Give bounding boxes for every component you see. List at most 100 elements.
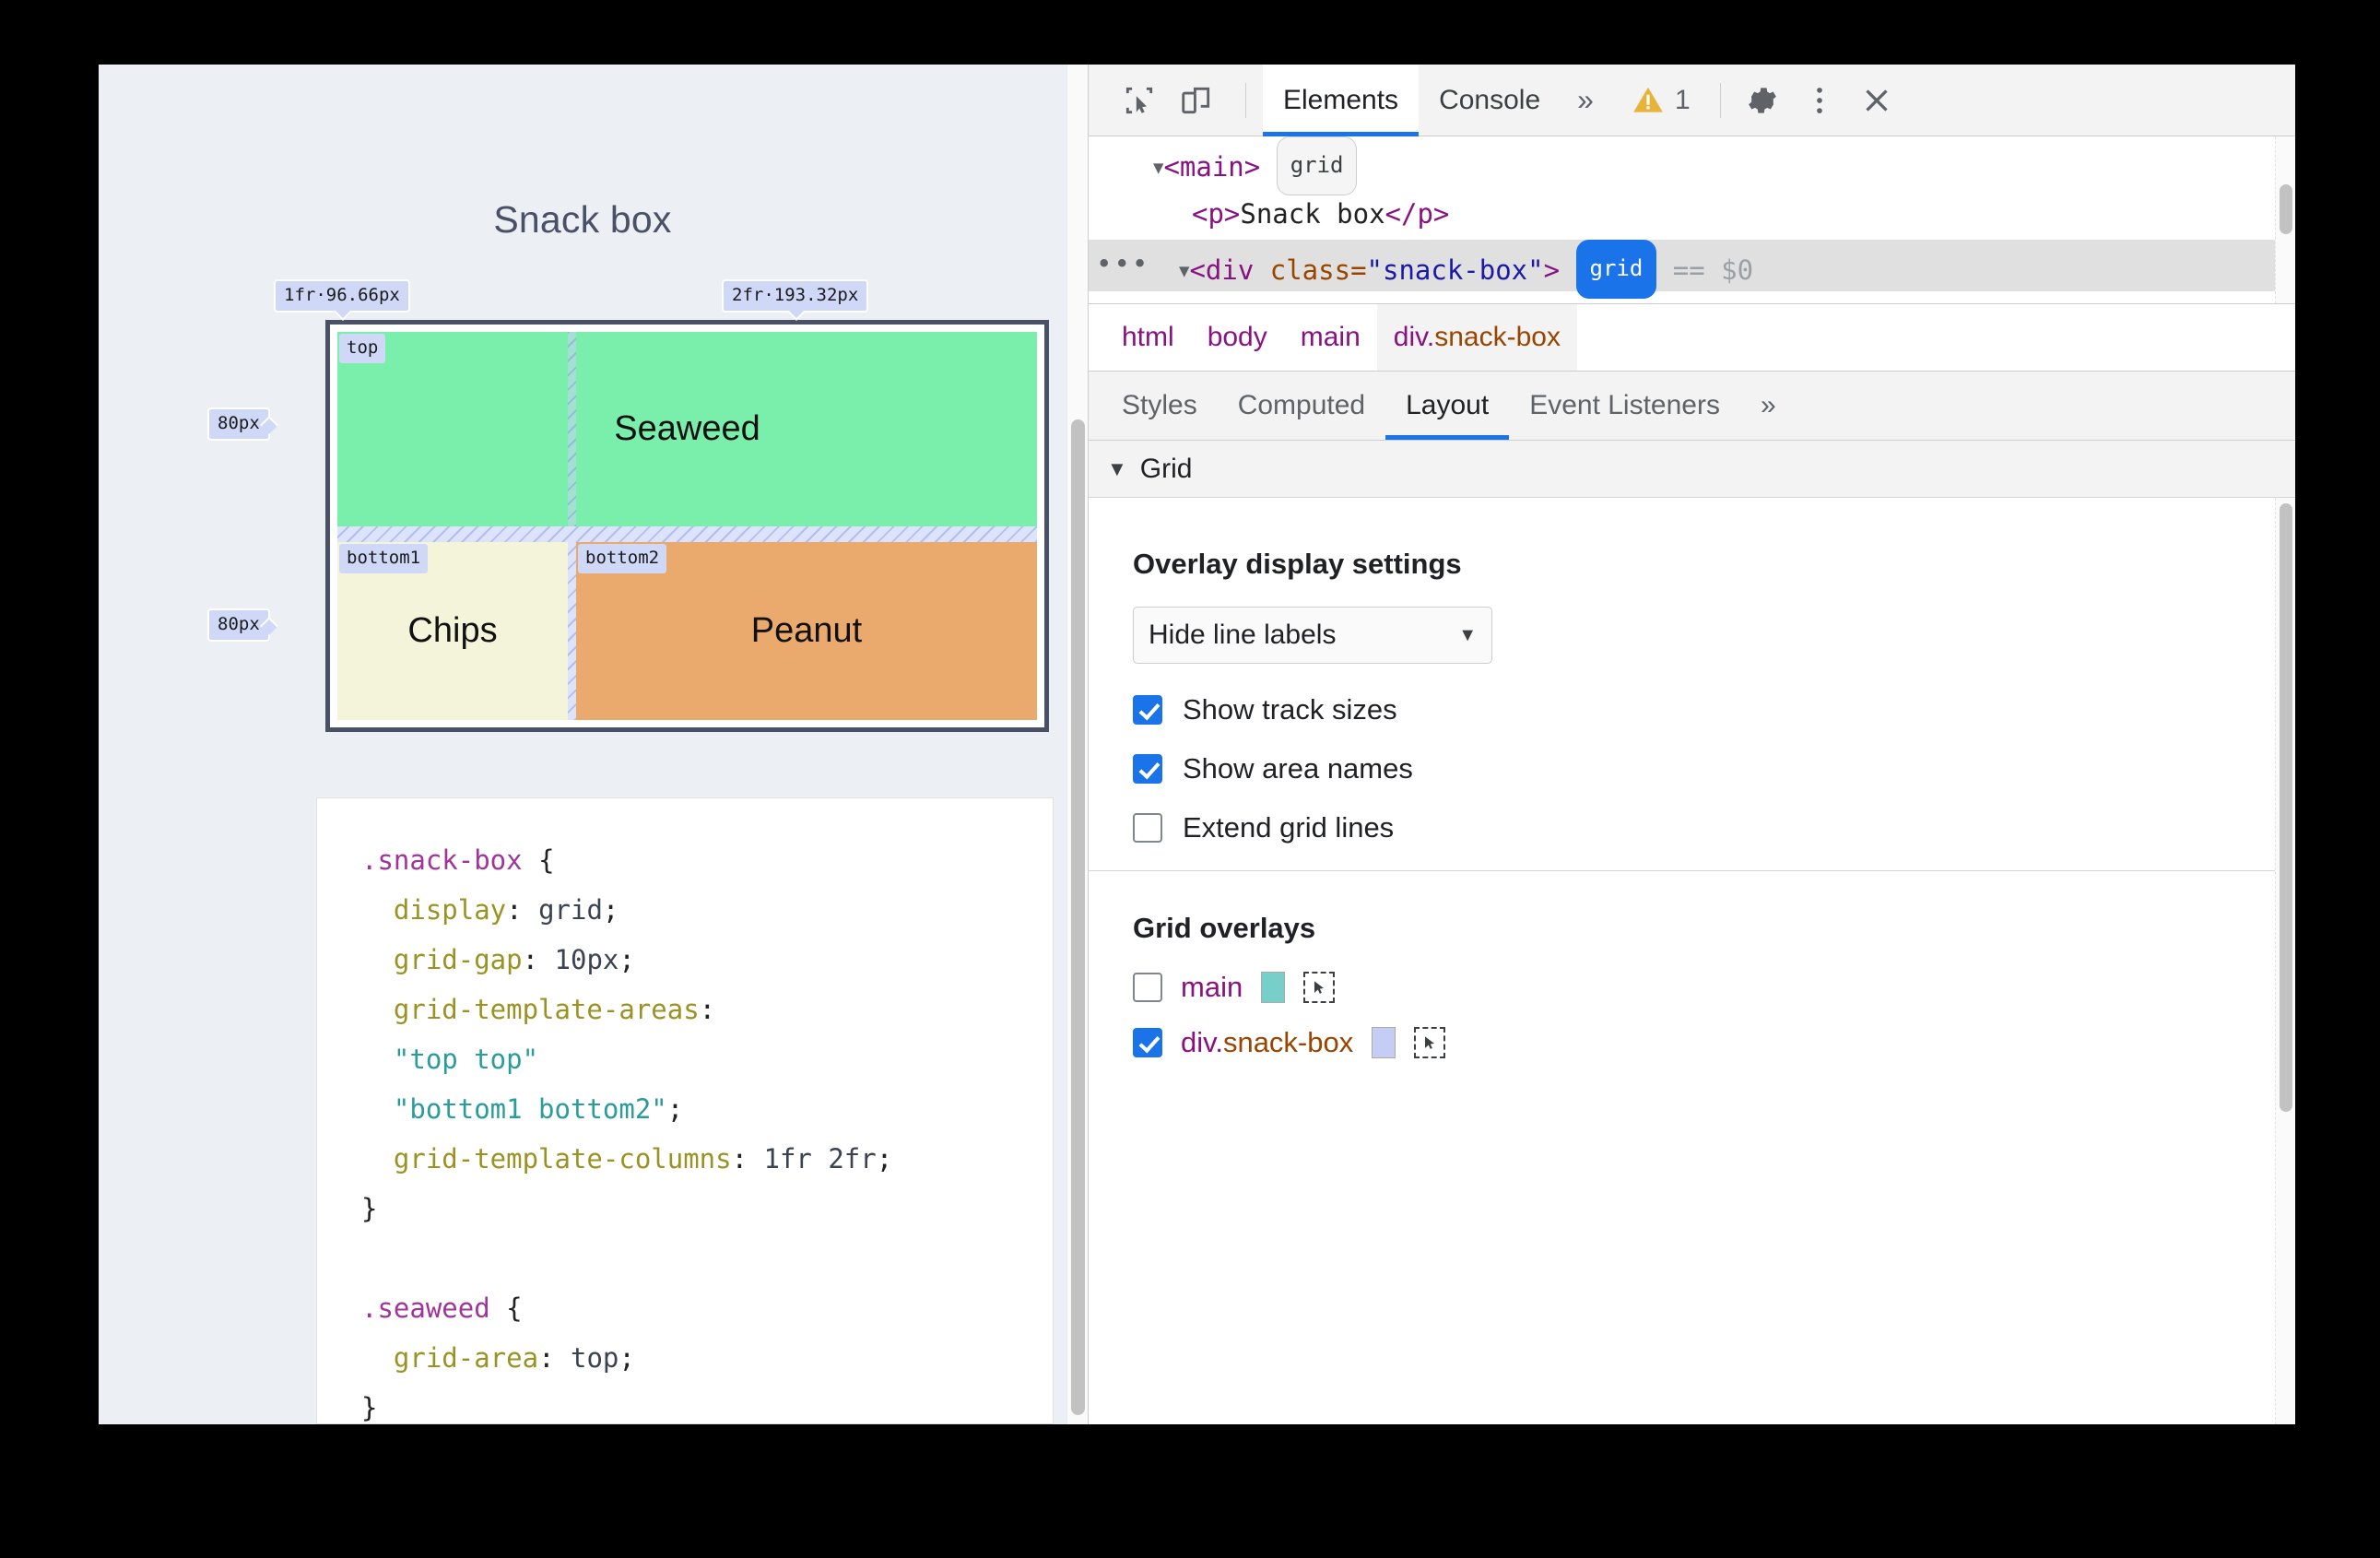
grid-pane-scrollbar[interactable] bbox=[2275, 498, 2295, 1424]
breadcrumb-item-html[interactable]: html bbox=[1105, 304, 1191, 371]
grid-overlay-main-checkbox[interactable] bbox=[1133, 973, 1162, 1002]
kebab-menu-icon[interactable] bbox=[1795, 76, 1844, 125]
css-code-block: .snack-box { display: grid; grid-gap: 10… bbox=[316, 797, 1054, 1424]
dom-text-snackbox: Snack box bbox=[1240, 198, 1385, 230]
devtools-panel: Elements Console » 1 ▼<main> grid <p>Sna… bbox=[1088, 65, 2295, 1424]
show-area-names-checkbox[interactable] bbox=[1133, 754, 1162, 784]
overlay-display-settings-title: Overlay display settings bbox=[1133, 548, 1462, 580]
cell-text-peanut: Peanut bbox=[750, 611, 863, 650]
dom-tag-gt: > bbox=[1543, 254, 1561, 286]
css-prop-grid-area: grid-area bbox=[393, 1342, 539, 1374]
cell-text-chips: Chips bbox=[407, 611, 498, 650]
tab-elements[interactable]: Elements bbox=[1263, 65, 1420, 136]
dom-tag-p-close: </p> bbox=[1384, 198, 1450, 230]
grid-gap-column-bottom bbox=[568, 542, 576, 720]
breadcrumb-classname: snack-box bbox=[1434, 322, 1561, 352]
grid-badge-snackbox[interactable]: grid bbox=[1575, 240, 1657, 299]
inspect-element-icon[interactable] bbox=[1114, 76, 1164, 125]
tab-console[interactable]: Console bbox=[1419, 65, 1561, 136]
grid-gap-column-top bbox=[568, 332, 576, 526]
track-size-label-col1: 1fr·96.66px bbox=[274, 279, 410, 313]
grid-gap-row bbox=[337, 526, 1037, 542]
area-name-bottom2: bottom2 bbox=[578, 544, 667, 573]
dom-row-main[interactable]: ▼<main> grid bbox=[1089, 136, 2295, 195]
expand-triangle-main[interactable]: ▼ bbox=[1153, 158, 1163, 178]
grid-overlays-title: Grid overlays bbox=[1133, 912, 1316, 944]
grid-overlay-visualization: Seaweed Chips Peanut top bottom1 bottom2… bbox=[207, 279, 1049, 732]
tab-layout[interactable]: Layout bbox=[1385, 372, 1510, 440]
dom-tree-scrollbar[interactable] bbox=[2275, 136, 2295, 303]
more-tabs-icon[interactable]: » bbox=[1561, 83, 1610, 117]
close-icon[interactable] bbox=[1852, 76, 1902, 125]
page-scrollbar[interactable] bbox=[1066, 65, 1088, 1424]
expand-triangle-snackbox[interactable]: ▼ bbox=[1179, 261, 1189, 281]
grid-overlay-snackbox-checkbox[interactable] bbox=[1133, 1028, 1162, 1057]
dom-tree-scrollbar-thumb[interactable] bbox=[2280, 184, 2292, 234]
extend-grid-lines-label: Extend grid lines bbox=[1183, 811, 1395, 844]
line-labels-select-value: Hide line labels bbox=[1149, 620, 1337, 650]
dom-tag-gt-chips: > bbox=[1494, 301, 1510, 303]
grid-overlay-snackbox-color-swatch[interactable] bbox=[1372, 1027, 1396, 1058]
show-track-sizes-checkbox[interactable] bbox=[1133, 695, 1162, 725]
page-scrollbar-thumb[interactable] bbox=[1071, 419, 1085, 1415]
tab-styles[interactable]: Styles bbox=[1102, 372, 1218, 440]
dom-row-chips[interactable]: <div class="chips">Chips</div> bbox=[1089, 291, 2295, 303]
dom-row-p[interactable]: <p>Snack box</p> bbox=[1089, 188, 2295, 240]
css-val-display: grid bbox=[538, 894, 603, 926]
track-size-label-row1: 80px bbox=[207, 407, 270, 441]
select-element-icon[interactable] bbox=[1303, 972, 1336, 1003]
grid-overlay-row-main[interactable]: main bbox=[1133, 971, 2295, 1004]
grid-overlay-row-snackbox[interactable]: div.snack-box bbox=[1133, 1026, 2295, 1059]
page-title: Snack box bbox=[493, 198, 672, 241]
extend-grid-lines-row[interactable]: Extend grid lines bbox=[1133, 811, 2295, 844]
devtools-toolbar: Elements Console » 1 bbox=[1089, 65, 2295, 136]
css-selector-1: .snack-box bbox=[361, 844, 523, 876]
dom-attr-class-chips: class= bbox=[1285, 301, 1382, 303]
tab-computed[interactable]: Computed bbox=[1218, 372, 1385, 440]
breadcrumb-tagname: div. bbox=[1393, 322, 1435, 352]
css-prop-grid-gap: grid-gap bbox=[393, 944, 523, 975]
sidebar-tabs: Styles Computed Layout Event Listeners » bbox=[1089, 372, 2295, 441]
grid-pane-scrollbar-thumb[interactable] bbox=[2280, 503, 2292, 1112]
section-divider bbox=[1089, 870, 2295, 871]
tab-event-listeners[interactable]: Event Listeners bbox=[1509, 372, 1740, 440]
grid-cell-top: Seaweed bbox=[337, 332, 1037, 526]
device-toolbar-icon[interactable] bbox=[1172, 76, 1221, 125]
show-area-names-row[interactable]: Show area names bbox=[1133, 752, 2295, 785]
toolbar-divider-1 bbox=[1245, 82, 1246, 118]
dom-tree[interactable]: ▼<main> grid <p>Snack box</p> ••• ▼ <div c… bbox=[1089, 136, 2295, 304]
chevron-down-icon[interactable]: ▼ bbox=[1107, 457, 1127, 481]
cell-text-seaweed: Seaweed bbox=[614, 409, 760, 448]
dom-row-menu-icon[interactable]: ••• bbox=[1096, 238, 1149, 289]
css-val-grid-area: top bbox=[570, 1342, 619, 1374]
extend-grid-lines-checkbox[interactable] bbox=[1133, 813, 1162, 843]
breadcrumb-item-snackbox[interactable]: div.snack-box bbox=[1376, 304, 1577, 371]
more-sidebar-tabs-icon[interactable]: » bbox=[1740, 372, 1797, 440]
show-track-sizes-row[interactable]: Show track sizes bbox=[1133, 693, 2295, 726]
css-area-row-1: "top top" bbox=[393, 1044, 539, 1075]
line-labels-select[interactable]: Hide line labels ▼ bbox=[1133, 607, 1492, 664]
css-prop-display: display bbox=[393, 894, 507, 926]
breadcrumb-item-body[interactable]: body bbox=[1191, 304, 1284, 371]
gear-icon[interactable] bbox=[1738, 76, 1787, 125]
dom-attr-value: "snack-box" bbox=[1366, 254, 1544, 286]
grid-overlay-main-color-swatch[interactable] bbox=[1261, 972, 1286, 1003]
grid-tracks: Seaweed Chips Peanut top bottom1 bottom2 bbox=[337, 332, 1037, 720]
warning-badge[interactable]: 1 bbox=[1610, 83, 1703, 118]
grid-overlay-snackbox-label: div.snack-box bbox=[1181, 1026, 1353, 1059]
select-element-icon[interactable] bbox=[1414, 1027, 1446, 1058]
grid-section-header[interactable]: ▼ Grid bbox=[1089, 441, 2295, 498]
dom-row-snackbox[interactable]: ••• ▼<div class="snack-box"> grid == $0 bbox=[1089, 238, 2295, 299]
grid-overlay-snackbox-tag: div. bbox=[1181, 1026, 1223, 1058]
track-size-label-row2: 80px bbox=[207, 608, 270, 642]
area-name-top: top bbox=[339, 334, 386, 363]
css-prop-template-columns: grid-template-columns bbox=[393, 1143, 732, 1174]
dom-tag-div-chips-close: </div> bbox=[1591, 301, 1688, 303]
breadcrumb-item-main[interactable]: main bbox=[1284, 304, 1377, 371]
grid-badge-main[interactable]: grid bbox=[1276, 136, 1358, 195]
css-val-grid-gap: 10px bbox=[554, 944, 619, 975]
browser-window: Snack box Seaweed Chips Peanut top botto… bbox=[99, 65, 2295, 1424]
dom-tag-p-open: <p> bbox=[1192, 198, 1241, 230]
dom-attr-value-chips: "chips" bbox=[1382, 301, 1494, 303]
track-size-label-col2: 2fr·193.32px bbox=[722, 279, 869, 313]
